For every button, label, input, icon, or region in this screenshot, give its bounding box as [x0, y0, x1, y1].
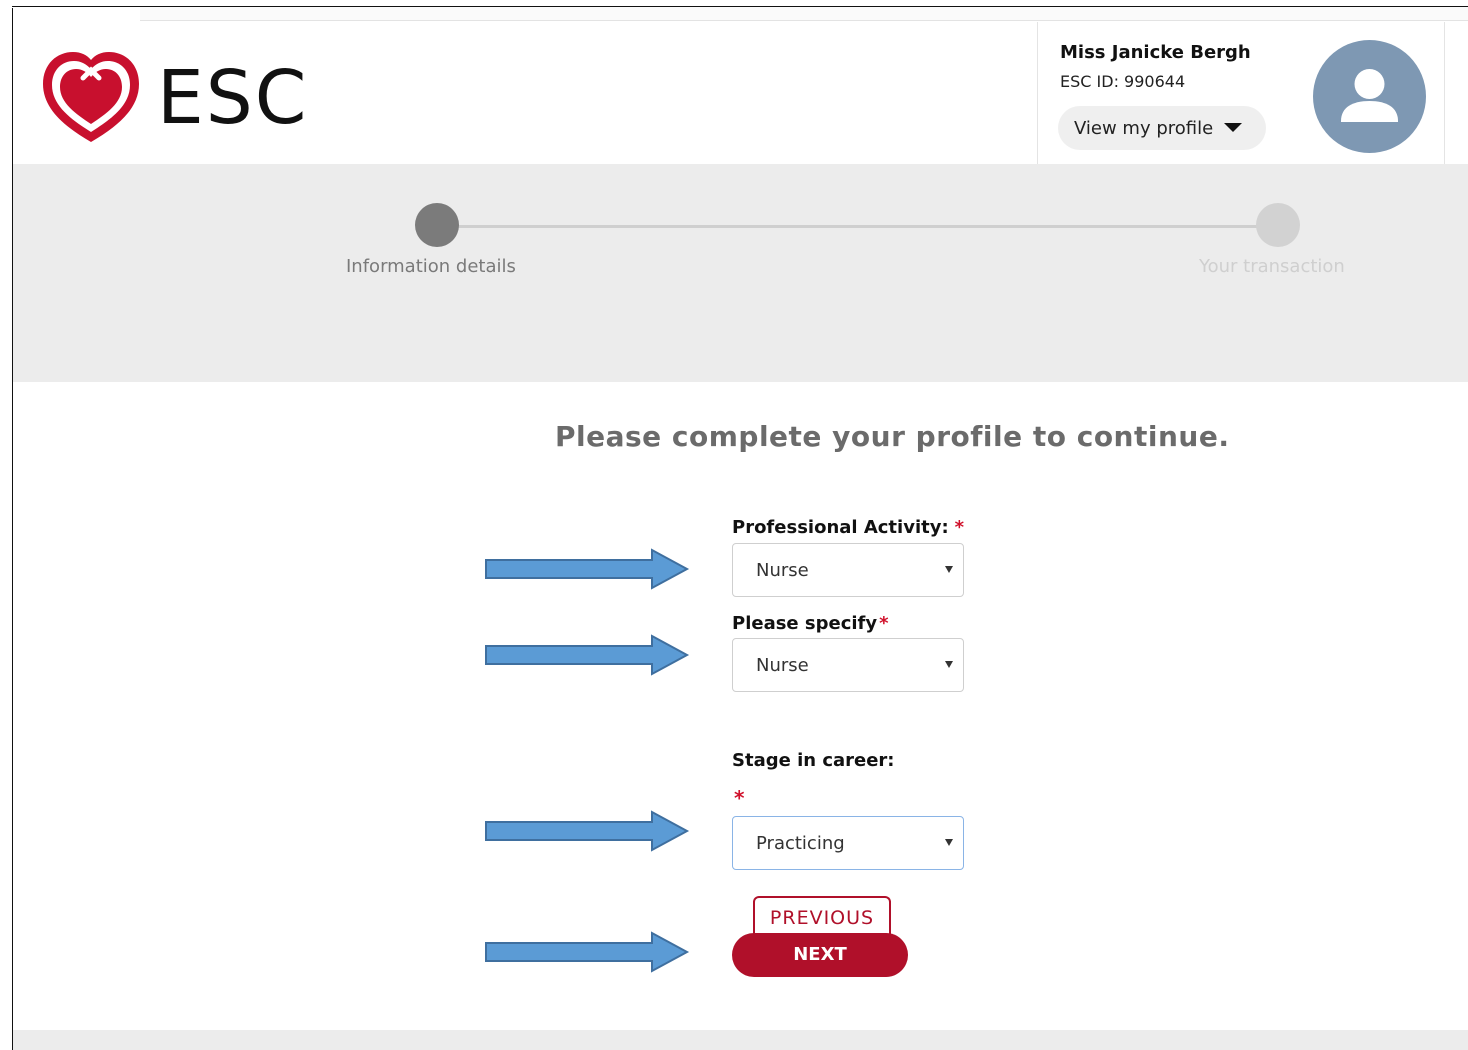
chevron-down-icon	[945, 839, 953, 846]
annotation-arrow-icon	[485, 634, 690, 676]
professional-activity-label: Professional Activity: *	[732, 517, 964, 538]
step-label-information-details: Information details	[346, 256, 516, 277]
previous-button[interactable]: PREVIOUS	[753, 896, 891, 938]
chevron-down-icon	[945, 661, 953, 668]
previous-button-label: PREVIOUS	[769, 907, 875, 929]
user-panel: Miss Janicke Bergh ESC ID: 990644 View m…	[1037, 22, 1445, 164]
required-marker: *	[734, 786, 745, 810]
annotation-arrow-icon	[485, 810, 690, 852]
user-esc-id: ESC ID: 990644	[1060, 72, 1186, 91]
annotation-arrow-icon	[485, 931, 690, 973]
view-profile-label: View my profile	[1074, 117, 1214, 139]
required-marker: *	[954, 517, 965, 538]
specify-select[interactable]: Nurse	[732, 638, 964, 692]
career-stage-value: Practicing	[756, 832, 845, 854]
page-bottom-band	[13, 1030, 1468, 1050]
chevron-down-icon	[1224, 123, 1242, 132]
browser-top-strip	[140, 7, 1468, 21]
frame-border-top	[12, 6, 1468, 7]
professional-activity-select[interactable]: Nurse	[732, 543, 964, 597]
avatar-silhouette-icon	[1341, 69, 1398, 122]
specify-value: Nurse	[756, 654, 809, 676]
professional-activity-value: Nurse	[756, 559, 809, 581]
step-dot-information-details	[415, 203, 459, 247]
career-stage-label: Stage in career:	[732, 750, 895, 771]
required-marker: *	[879, 613, 889, 634]
user-name: Miss Janicke Bergh	[1060, 42, 1251, 63]
logo-text: ESC	[157, 55, 309, 141]
step-label-your-transaction: Your transaction	[1199, 256, 1345, 277]
specify-label-text: Please specify	[732, 613, 878, 634]
specify-label: Please specify *	[732, 613, 889, 634]
stepper-line	[437, 225, 1278, 228]
chevron-down-icon	[945, 566, 953, 573]
profile-form-card	[19, 382, 1468, 1030]
professional-activity-label-text: Professional Activity:	[732, 517, 949, 538]
next-button[interactable]: NEXT	[732, 933, 908, 977]
step-dot-your-transaction	[1256, 203, 1300, 247]
next-button-label: NEXT	[793, 944, 847, 965]
esc-logo[interactable]: ESC	[39, 48, 329, 148]
annotation-arrow-icon	[485, 548, 690, 590]
view-profile-button[interactable]: View my profile	[1058, 106, 1266, 150]
career-stage-select[interactable]: Practicing	[732, 816, 964, 870]
career-stage-label-text: Stage in career:	[732, 750, 895, 771]
user-avatar-icon[interactable]	[1313, 40, 1426, 153]
heart-logo-icon	[43, 52, 139, 142]
page-title: Please complete your profile to continue…	[555, 420, 1230, 453]
site-header: ESC Miss Janicke Bergh ESC ID: 990644 Vi…	[13, 22, 1468, 164]
